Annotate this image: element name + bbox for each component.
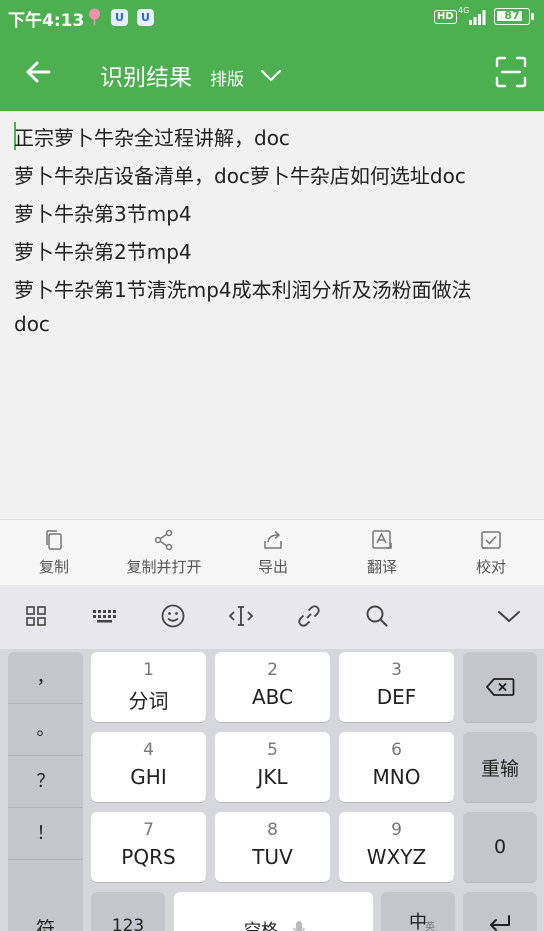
proofread-icon <box>481 531 501 549</box>
keyboard-layout-icon[interactable] <box>90 601 120 631</box>
number-switch-label: 123 <box>111 916 145 931</box>
key-1[interactable]: 1 分词 <box>91 652 206 722</box>
punct-key-question[interactable]: ？ <box>8 756 83 808</box>
signal-icon: 4G <box>458 6 486 25</box>
export-label: 导出 <box>257 558 288 576</box>
punct-key-comma[interactable]: ， <box>8 652 83 704</box>
key-3[interactable]: 3 DEF <box>339 652 454 722</box>
scan-frame-icon[interactable] <box>495 56 527 88</box>
reenter-key[interactable]: 重输 <box>463 732 537 802</box>
result-line: doc <box>14 312 50 336</box>
space-label: 空格 <box>244 921 278 931</box>
result-line: 正宗萝卜牛杂全过程讲解，doc <box>14 126 290 150</box>
chevron-down-icon[interactable] <box>494 601 524 631</box>
copy-label: 复制 <box>38 558 69 576</box>
space-key[interactable]: 空格 <box>174 892 373 931</box>
enter-icon <box>490 915 510 931</box>
key-number: 2 <box>267 660 278 680</box>
key-letters: JKL <box>257 765 288 789</box>
key-0[interactable]: 0 <box>463 812 537 882</box>
export-icon <box>264 530 282 549</box>
layout-mode-dropdown[interactable]: 排版 <box>210 65 244 90</box>
back-arrow-icon[interactable] <box>22 56 54 88</box>
emoji-icon[interactable] <box>158 601 188 631</box>
result-line: 萝卜牛杂第2节mp4 <box>14 240 192 264</box>
key-letters: GHI <box>130 765 167 789</box>
language-label: 中 <box>409 912 427 931</box>
link-icon[interactable] <box>294 601 324 631</box>
battery-icon: 87 <box>494 8 530 25</box>
number-switch-key[interactable]: 123 <box>91 892 165 931</box>
key-letters: ABC <box>251 685 293 709</box>
key-4[interactable]: 4 GHI <box>91 732 206 802</box>
copy-and-open-label: 复制并打开 <box>126 558 202 576</box>
microphone-icon <box>292 921 306 931</box>
key-number: 4 <box>143 740 154 760</box>
hd-voice-icon: HD <box>434 10 457 24</box>
language-sub-label: 英 <box>425 922 435 931</box>
key-number: 5 <box>267 740 278 760</box>
result-line: 萝卜牛杂店设备清单，doc萝卜牛杂店如何选址doc <box>14 164 466 188</box>
key-2[interactable]: 2 ABC <box>215 652 330 722</box>
status-bar: 下午4:13 U U HD 4G 87 <box>0 0 544 34</box>
key-number: 6 <box>391 740 402 760</box>
proofread-button[interactable]: 校对 <box>451 520 531 586</box>
key-letters: MNO <box>372 765 421 789</box>
text-cursor-icon[interactable] <box>226 601 256 631</box>
keyboard-toolbar <box>0 585 544 649</box>
battery-level: 87 <box>504 9 520 22</box>
keyboard: ， 。 ？ ！ 1 分词 2 ABC 3 DEF 4 GHI 5 JKL 6 M… <box>0 649 544 931</box>
enter-key[interactable] <box>463 892 537 931</box>
page-title: 识别结果 <box>100 65 192 91</box>
key-letters: TUV <box>252 845 293 869</box>
status-time: 下午4:13 <box>8 11 85 31</box>
key-number: 1 <box>143 660 154 680</box>
svg-text:4G: 4G <box>458 6 469 15</box>
reenter-label: 重输 <box>480 757 519 780</box>
key-8[interactable]: 8 TUV <box>215 812 330 882</box>
copy-and-open-button[interactable]: 复制并打开 <box>114 520 214 586</box>
key-9[interactable]: 9 WXYZ <box>339 812 454 882</box>
key-number: 8 <box>267 820 278 840</box>
action-toolbar: 复制 复制并打开 导出 翻译 校对 <box>0 519 544 585</box>
zero-label: 0 <box>493 836 507 858</box>
result-line: 萝卜牛杂第3节mp4 <box>14 202 192 226</box>
key-number: 7 <box>143 820 154 840</box>
punct-key-period[interactable]: 。 <box>8 704 83 756</box>
app-grid-icon[interactable] <box>21 601 51 631</box>
key-6[interactable]: 6 MNO <box>339 732 454 802</box>
backspace-key[interactable] <box>463 652 537 722</box>
result-line: 萝卜牛杂第1节清洗mp4成本利润分析及汤粉面做法 <box>14 278 472 302</box>
key-5[interactable]: 5 JKL <box>215 732 330 802</box>
search-icon[interactable] <box>362 601 392 631</box>
app-notification-icon: U <box>111 9 128 26</box>
punctuation-column: ， 。 ？ ！ <box>8 652 83 912</box>
battery-tip <box>531 13 534 20</box>
key-letters: DEF <box>376 685 417 709</box>
key-letters: WXYZ <box>366 845 427 869</box>
app-bar: 识别结果 排版 <box>0 34 544 111</box>
key-letters: 分词 <box>128 689 169 713</box>
proofread-label: 校对 <box>475 558 506 576</box>
location-pin-icon <box>89 8 100 25</box>
punct-key-exclamation[interactable]: ！ <box>8 808 83 860</box>
symbol-key[interactable]: 符 <box>8 892 83 931</box>
copy-button[interactable]: 复制 <box>14 520 94 586</box>
app-notification-icon: U <box>137 9 154 26</box>
translate-icon <box>372 530 392 549</box>
language-switch-key[interactable]: 中 英 <box>381 892 455 931</box>
export-button[interactable]: 导出 <box>233 520 313 586</box>
key-number: 9 <box>391 820 402 840</box>
share-icon <box>154 529 173 551</box>
key-7[interactable]: 7 PQRS <box>91 812 206 882</box>
chevron-down-icon[interactable] <box>258 64 284 86</box>
copy-icon <box>46 530 62 550</box>
translate-label: 翻译 <box>366 558 397 576</box>
key-number: 3 <box>391 660 402 680</box>
key-letters: PQRS <box>121 845 176 869</box>
translate-button[interactable]: 翻译 <box>342 520 422 586</box>
backspace-icon <box>486 678 515 696</box>
symbol-label: 符 <box>35 918 55 931</box>
